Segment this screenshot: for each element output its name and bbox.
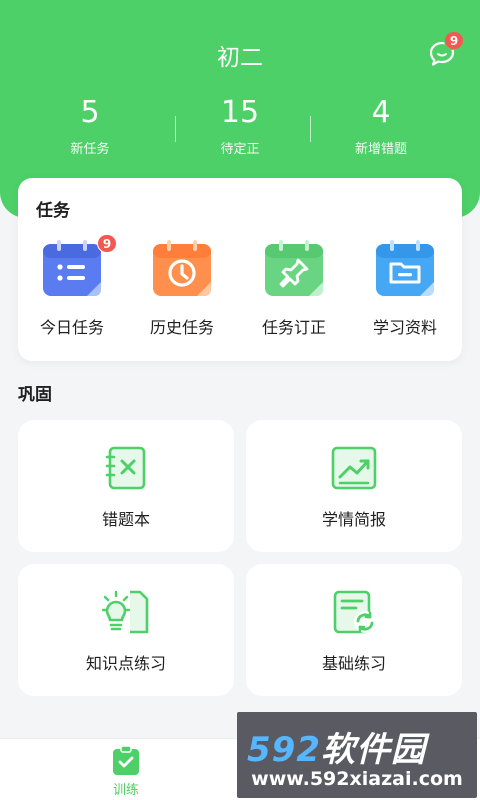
stat-label: 新增错题 bbox=[354, 142, 407, 157]
stat-value: 15 bbox=[220, 95, 260, 130]
clipboard-check-icon bbox=[113, 745, 139, 775]
pin-icon bbox=[265, 240, 323, 296]
tile-basic-practice[interactable]: 基础练习 bbox=[246, 564, 462, 696]
tile-label: 基础练习 bbox=[321, 654, 386, 673]
stat-pending-correction[interactable]: 15 待定正 bbox=[170, 95, 310, 158]
folder-icon bbox=[376, 240, 434, 296]
stat-value: 4 bbox=[371, 95, 391, 130]
task-label: 历史任务 bbox=[149, 318, 214, 337]
watermark-url: www.592xiazai.com bbox=[251, 768, 463, 790]
tab-label: 训练 bbox=[112, 783, 139, 798]
task-label: 学习资料 bbox=[372, 318, 437, 337]
stat-value: 5 bbox=[80, 95, 100, 130]
tile-study-report[interactable]: 学情简报 bbox=[246, 420, 462, 552]
calendar-list-icon bbox=[43, 240, 101, 296]
stat-label: 新任务 bbox=[70, 142, 110, 157]
tile-label: 知识点练习 bbox=[85, 654, 166, 673]
task-section-title: 任务 bbox=[36, 201, 70, 221]
watermark-brand: 592软件园 bbox=[247, 722, 426, 771]
stat-new-wrong-questions[interactable]: 4 新增错题 bbox=[311, 95, 451, 158]
task-materials[interactable]: 学习资料 bbox=[359, 240, 451, 338]
trend-chart-icon bbox=[331, 446, 377, 490]
task-history[interactable]: 历史任务 bbox=[136, 240, 228, 338]
grade-title[interactable]: 初二 bbox=[0, 38, 480, 72]
refresh-doc-icon bbox=[333, 590, 376, 634]
tab-training[interactable]: 训练 bbox=[86, 745, 166, 798]
wrong-notebook-icon bbox=[105, 446, 146, 490]
watermark-digits: 592 bbox=[247, 730, 321, 770]
task-label: 任务订正 bbox=[261, 318, 326, 337]
message-badge: 9 bbox=[444, 31, 464, 50]
task-card: 任务 9 今日任务 历史任务 任务订正 学习资料 bbox=[18, 178, 462, 361]
task-today-badge: 9 bbox=[97, 234, 117, 253]
tile-wrong-notebook[interactable]: 错题本 bbox=[18, 420, 234, 552]
watermark-brand-text: 软件园 bbox=[320, 730, 426, 770]
history-clock-icon bbox=[153, 240, 211, 296]
tile-label: 错题本 bbox=[101, 510, 150, 529]
tile-knowledge-practice[interactable]: 知识点练习 bbox=[18, 564, 234, 696]
consolidate-section-title: 巩固 bbox=[18, 385, 52, 405]
tile-label: 学情简报 bbox=[321, 510, 386, 529]
watermark-logo: 592软件园 www.592xiazai.com bbox=[237, 712, 477, 798]
task-label: 今日任务 bbox=[39, 318, 104, 337]
stat-new-tasks[interactable]: 5 新任务 bbox=[20, 95, 160, 158]
task-correction[interactable]: 任务订正 bbox=[248, 240, 340, 338]
task-today[interactable]: 9 今日任务 bbox=[26, 234, 118, 338]
stat-label: 待定正 bbox=[220, 142, 260, 157]
lightbulb-icon bbox=[102, 590, 149, 634]
